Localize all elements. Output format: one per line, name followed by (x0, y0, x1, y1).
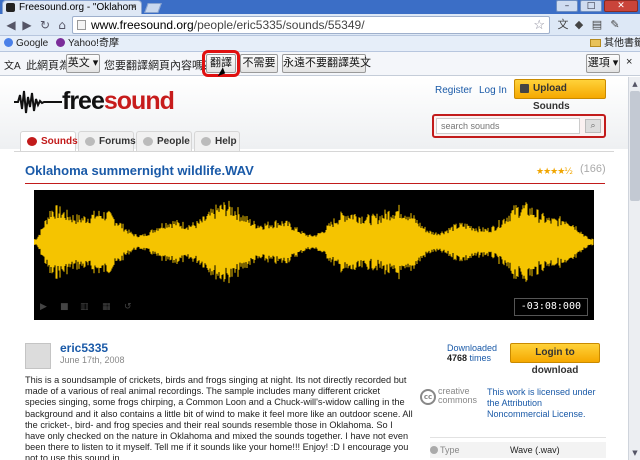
sound-description: This is a soundsample of crickets, birds… (25, 375, 413, 460)
search-box: ⌕ (432, 114, 606, 138)
close-window-button[interactable]: ✕ (604, 0, 638, 12)
wrench-icon[interactable]: ✎ (608, 18, 622, 32)
tab-forums[interactable]: Forums (78, 131, 136, 151)
freesound-favicon-icon (6, 3, 15, 12)
info-icon (430, 446, 438, 454)
google-icon (4, 38, 13, 47)
rating-count: (166) (580, 163, 606, 175)
stop-icon[interactable]: ■ (60, 302, 72, 312)
translate-icon[interactable]: 文 (556, 18, 570, 32)
username-link[interactable]: eric5335 (60, 341, 108, 355)
extension-icon[interactable]: ◆ (572, 18, 586, 32)
spectrogram-view-icon[interactable]: ▦ (102, 302, 114, 312)
timecode: -03:08:000 (513, 298, 588, 316)
rating-stars-icon: ★★★★½ (536, 167, 573, 177)
folder-icon (590, 39, 601, 47)
info-divider (430, 437, 606, 438)
info-row-type: Type Wave (.wav) (430, 442, 606, 458)
search-icon[interactable]: ⌕ (585, 119, 601, 133)
login-link[interactable]: Log In (479, 85, 507, 96)
reload-icon[interactable]: ↻ (38, 18, 52, 32)
waveform-view-icon[interactable]: ▥ (80, 302, 92, 312)
upload-icon (520, 84, 529, 93)
forward-arrow-icon[interactable]: ▶ (20, 18, 34, 32)
yahoo-icon (56, 38, 65, 47)
translate-question: 您要翻譯網頁內容嗎？ (104, 60, 214, 72)
site-logo[interactable]: freesound (62, 87, 175, 116)
help-icon (201, 137, 211, 146)
creative-commons-logo[interactable]: cc creative commons (420, 385, 480, 409)
back-arrow-icon[interactable]: ◀ (4, 18, 18, 32)
cc-icon: cc (420, 389, 436, 405)
address-bar[interactable]: www.freesound.org/people/eric5335/sounds… (72, 16, 550, 34)
content-divider (14, 151, 614, 152)
url-path: /people/eric5335/sounds/55349/ (193, 18, 365, 32)
title-divider (25, 183, 605, 184)
scrollbar-thumb[interactable] (630, 91, 640, 201)
avatar[interactable] (25, 343, 51, 369)
downloaded-label: Downloaded (446, 343, 498, 353)
page-menu-icon[interactable]: ▤ (590, 18, 604, 32)
bookmarks-bar: Google Yahoo!奇摩 其他書籤 (0, 36, 640, 52)
translate-prefix: 此網頁為 (26, 60, 70, 72)
translate-bar-icon: 文A (4, 61, 21, 72)
no-translate-button[interactable]: 不需要 (240, 54, 278, 73)
window-controls: – □ ✕ (556, 0, 638, 12)
tab-title: Freesound.org - "Oklahom (19, 2, 137, 13)
waveform[interactable] (34, 190, 594, 290)
minimize-button[interactable]: – (556, 0, 578, 12)
upload-sounds-button[interactable]: Upload Sounds (514, 79, 606, 112)
tab-people[interactable]: People (136, 131, 192, 151)
never-translate-button[interactable]: 永遠不要翻譯英文 (282, 54, 371, 73)
people-icon (143, 137, 153, 146)
browser-toolbar: ◀ ▶ ↻ ⌂ www.freesound.org/people/eric533… (0, 14, 640, 36)
language-select[interactable]: 英文 ▾ (66, 54, 100, 73)
bookmark-star-icon[interactable]: ☆ (533, 17, 545, 33)
upload-date: June 17th, 2008 (60, 355, 125, 365)
scroll-up-icon[interactable]: ▲ (630, 78, 640, 90)
page-scrollbar[interactable]: ▲ ▼ (628, 77, 640, 460)
tab-sounds[interactable]: Sounds (20, 131, 78, 152)
maximize-button[interactable]: □ (580, 0, 602, 12)
speech-bubble-icon (85, 137, 95, 146)
tab-help[interactable]: Help (194, 131, 240, 151)
license-link[interactable]: This work is licensed under the Attribut… (487, 387, 607, 420)
new-tab-button[interactable] (144, 3, 162, 13)
play-icon[interactable]: ▶ (40, 302, 52, 312)
web-page: freesound Register Log In Upload Sounds … (0, 77, 628, 460)
tab-close-icon[interactable]: × (131, 1, 137, 14)
search-input[interactable] (436, 118, 580, 134)
home-icon[interactable]: ⌂ (55, 18, 69, 32)
waveform-player[interactable]: ▶ ■ ▥ ▦ ↺ -03:08:000 (34, 190, 594, 320)
headphones-icon (27, 137, 37, 146)
bookmark-google[interactable]: Google (4, 36, 48, 51)
bookmark-yahoo[interactable]: Yahoo!奇摩 (56, 36, 119, 51)
download-count: 4768 times (447, 353, 492, 363)
register-link[interactable]: Register (435, 85, 472, 96)
freesound-logo-icon[interactable] (14, 89, 62, 115)
infobar-close-icon[interactable]: × (626, 56, 632, 68)
sound-title: Oklahoma summernight wildlife.WAV (25, 163, 254, 178)
scroll-down-icon[interactable]: ▼ (630, 447, 640, 459)
translate-infobar: 文A 此網頁為 英文 ▾ 您要翻譯網頁內容嗎？ 翻譯 不需要 永遠不要翻譯英文 … (0, 50, 640, 77)
waveform-trace (34, 200, 594, 284)
browser-tab[interactable]: Freesound.org - "Oklahom × (2, 0, 142, 14)
other-bookmarks[interactable]: 其他書籤 (590, 36, 640, 51)
page-icon (77, 20, 86, 30)
options-button[interactable]: 選項 ▾ (586, 54, 620, 73)
loop-icon[interactable]: ↺ (124, 302, 136, 312)
login-to-download-button[interactable]: Login to download (510, 343, 600, 376)
url-host: www.freesound.org (91, 18, 194, 32)
title-bar: Freesound.org - "Oklahom × – □ ✕ (0, 0, 640, 14)
